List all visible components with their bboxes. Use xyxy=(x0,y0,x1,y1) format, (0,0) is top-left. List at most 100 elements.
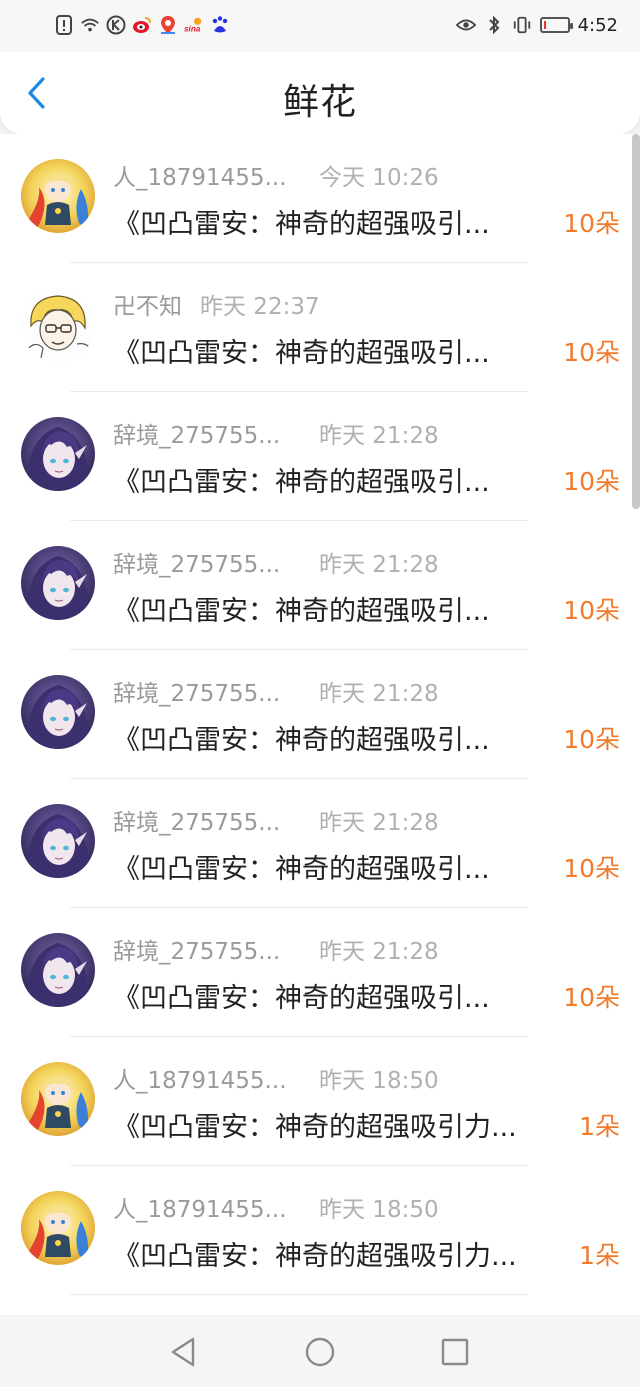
avatar[interactable] xyxy=(21,288,95,362)
flower-count: 10朵 xyxy=(563,983,620,1012)
wifi-icon xyxy=(80,15,100,35)
username[interactable]: 辞境_275755... xyxy=(113,545,301,579)
item-meta: 人_18791455... 今天 10:26 xyxy=(113,159,439,191)
timestamp: 昨天 21:28 xyxy=(319,939,439,965)
timestamp: 昨天 21:28 xyxy=(319,552,439,578)
vibrate-icon xyxy=(512,15,532,35)
item-meta: 辞境_275755... 昨天 21:28 xyxy=(113,933,439,965)
timestamp: 昨天 21:28 xyxy=(319,423,439,449)
username[interactable]: 人_18791455... xyxy=(113,1190,301,1224)
avatar[interactable] xyxy=(21,1062,95,1136)
battery-icon xyxy=(539,17,573,33)
status-icons-left: sina xyxy=(54,14,230,36)
list-item[interactable]: 卍不知 昨天 22:37 《凹凸雷安：神奇的超强吸引... 10朵 xyxy=(0,263,640,392)
avatar[interactable] xyxy=(21,675,95,749)
alert-icon xyxy=(54,15,74,35)
timestamp: 昨天 22:37 xyxy=(200,294,320,320)
item-meta: 辞境_275755... 昨天 21:28 xyxy=(113,417,439,449)
back-triangle-icon xyxy=(171,1337,195,1367)
timestamp: 今天 10:26 xyxy=(319,165,439,191)
avatar-image xyxy=(21,159,95,233)
avatar[interactable] xyxy=(21,804,95,878)
nav-home-button[interactable] xyxy=(302,1334,338,1370)
username[interactable]: 人_18791455... xyxy=(113,1061,301,1095)
message-text: 《凹凸雷安：神奇的超强吸引力... xyxy=(113,1112,517,1143)
username[interactable]: 辞境_275755... xyxy=(113,416,301,450)
username[interactable]: 辞境_275755... xyxy=(113,932,301,966)
message-text: 《凹凸雷安：神奇的超强吸引... xyxy=(113,725,490,756)
flower-count: 10朵 xyxy=(563,338,620,367)
system-nav-bar xyxy=(0,1315,640,1387)
item-meta: 人_18791455... 昨天 18:50 xyxy=(113,1191,439,1223)
flower-count: 10朵 xyxy=(563,209,620,238)
message-text: 《凹凸雷安：神奇的超强吸引力... xyxy=(113,1241,517,1272)
avatar-image xyxy=(21,288,95,362)
nav-recent-button[interactable] xyxy=(437,1334,473,1370)
list-item[interactable]: 辞境_275755... 昨天 21:28 《凹凸雷安：神奇的超强吸引... 1… xyxy=(0,779,640,908)
nav-back-button[interactable] xyxy=(165,1334,201,1370)
avatar[interactable] xyxy=(21,417,95,491)
sina-icon: sina xyxy=(184,15,204,35)
username[interactable]: 卍不知 xyxy=(113,287,182,321)
list-item[interactable]: 人_18791455... 昨天 18:50 《凹凸雷安：神奇的超强吸引力...… xyxy=(0,1037,640,1166)
list-rows: 人_18791455... 今天 10:26 《凹凸雷安：神奇的超强吸引... … xyxy=(0,134,640,1295)
eye-icon xyxy=(455,15,476,35)
item-meta: 人_18791455... 昨天 18:50 xyxy=(113,1062,439,1094)
message-text: 《凹凸雷安：神奇的超强吸引... xyxy=(113,596,490,627)
avatar[interactable] xyxy=(21,159,95,233)
header: 鲜花 xyxy=(0,52,640,134)
item-meta: 卍不知 昨天 22:37 xyxy=(113,288,320,320)
avatar-image xyxy=(21,933,95,1007)
list-item[interactable]: 人_18791455... 昨天 18:50 《凹凸雷安：神奇的超强吸引力...… xyxy=(0,1166,640,1295)
timestamp: 昨天 18:50 xyxy=(319,1197,439,1223)
avatar-image xyxy=(21,1062,95,1136)
avatar-image xyxy=(21,546,95,620)
message-text: 《凹凸雷安：神奇的超强吸引... xyxy=(113,983,490,1014)
avatar-image xyxy=(21,675,95,749)
avatar-image xyxy=(21,1191,95,1265)
weibo-icon xyxy=(132,15,152,35)
status-time: 4:52 xyxy=(577,14,618,36)
list-item[interactable]: 辞境_275755... 昨天 21:28 《凹凸雷安：神奇的超强吸引... 1… xyxy=(0,392,640,521)
k-app-icon xyxy=(106,15,126,35)
flower-count: 10朵 xyxy=(563,725,620,754)
flower-list[interactable]: 人_18791455... 今天 10:26 《凹凸雷安：神奇的超强吸引... … xyxy=(0,134,640,1315)
svg-text:sina: sina xyxy=(184,24,201,33)
message-text: 《凹凸雷安：神奇的超强吸引... xyxy=(113,209,490,240)
map-icon xyxy=(158,15,178,35)
item-meta: 辞境_275755... 昨天 21:28 xyxy=(113,804,439,836)
list-item[interactable]: 辞境_275755... 昨天 21:28 《凹凸雷安：神奇的超强吸引... 1… xyxy=(0,650,640,779)
avatar[interactable] xyxy=(21,546,95,620)
battery-level xyxy=(543,21,546,29)
username[interactable]: 辞境_275755... xyxy=(113,803,301,837)
list-item[interactable]: 人_18791455... 今天 10:26 《凹凸雷安：神奇的超强吸引... … xyxy=(0,134,640,263)
baidu-icon xyxy=(210,15,230,35)
message-text: 《凹凸雷安：神奇的超强吸引... xyxy=(113,338,490,369)
avatar[interactable] xyxy=(21,933,95,1007)
avatar-image xyxy=(21,804,95,878)
avatar[interactable] xyxy=(21,1191,95,1265)
timestamp: 昨天 21:28 xyxy=(319,681,439,707)
list-item[interactable]: 辞境_275755... 昨天 21:28 《凹凸雷安：神奇的超强吸引... 1… xyxy=(0,521,640,650)
recent-square-icon xyxy=(441,1338,469,1366)
avatar-image xyxy=(21,417,95,491)
flower-count: 1朵 xyxy=(579,1112,620,1141)
flower-count: 1朵 xyxy=(579,1241,620,1270)
page-title: 鲜花 xyxy=(282,82,357,123)
status-icons-right: 4:52 xyxy=(455,12,618,38)
flower-count: 10朵 xyxy=(563,467,620,496)
status-bar: sina 4:52 xyxy=(0,0,640,52)
timestamp: 昨天 18:50 xyxy=(319,1068,439,1094)
flower-count: 10朵 xyxy=(563,596,620,625)
item-meta: 辞境_275755... 昨天 21:28 xyxy=(113,675,439,707)
bluetooth-icon xyxy=(484,15,504,35)
username[interactable]: 人_18791455... xyxy=(113,158,301,192)
flower-count: 10朵 xyxy=(563,854,620,883)
scrollbar[interactable] xyxy=(632,134,640,509)
list-item[interactable]: 辞境_275755... 昨天 21:28 《凹凸雷安：神奇的超强吸引... 1… xyxy=(0,908,640,1037)
item-meta: 辞境_275755... 昨天 21:28 xyxy=(113,546,439,578)
timestamp: 昨天 21:28 xyxy=(319,810,439,836)
home-circle-icon xyxy=(305,1337,335,1367)
message-text: 《凹凸雷安：神奇的超强吸引... xyxy=(113,854,490,885)
username[interactable]: 辞境_275755... xyxy=(113,674,301,708)
